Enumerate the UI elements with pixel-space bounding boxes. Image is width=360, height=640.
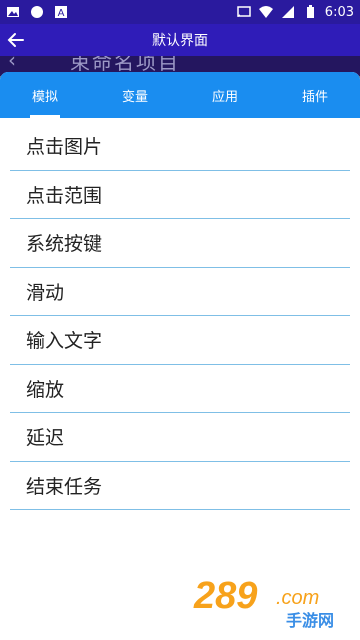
- status-time: 6:03: [324, 4, 354, 20]
- list-item-delay[interactable]: 延迟: [10, 413, 350, 462]
- action-list: 点击图片 点击范围 系统按键 滑动 输入文字 缩放 延迟 结束任务: [0, 118, 360, 510]
- tab-plugins[interactable]: 插件: [270, 72, 360, 118]
- tab-label: 插件: [301, 89, 328, 105]
- list-item-swipe[interactable]: 滑动: [10, 268, 350, 316]
- tab-bar: 模拟 变量 应用 插件: [0, 72, 360, 118]
- battery-icon: [306, 5, 314, 18]
- list-item-system-keys[interactable]: 系统按键: [10, 219, 350, 268]
- list-item-zoom[interactable]: 缩放: [10, 365, 350, 413]
- background-back-icon: ‹: [8, 56, 16, 72]
- status-bar: A 6:03: [0, 0, 360, 24]
- list-item-label: 结束任务: [26, 475, 103, 498]
- list-item-input-text[interactable]: 输入文字: [10, 316, 350, 365]
- list-item-click-image[interactable]: 点击图片: [10, 122, 350, 171]
- watermark-subtitle: 手游网: [286, 611, 334, 630]
- list-item-label: 延迟: [26, 427, 65, 450]
- tab-label: 模拟: [31, 89, 58, 105]
- page-title: 默认界面: [152, 33, 208, 49]
- cast-icon: [237, 6, 251, 18]
- wifi-icon: [258, 6, 273, 18]
- list-item-label: 点击范围: [26, 184, 103, 207]
- app-bar: 默认界面: [0, 24, 360, 56]
- circle-icon: [31, 6, 43, 18]
- list-item-label: 系统按键: [26, 233, 103, 256]
- watermark-logo: 289 .com 手游网: [193, 575, 334, 630]
- list-item-label: 输入文字: [26, 330, 103, 353]
- tab-apps[interactable]: 应用: [180, 72, 270, 118]
- tab-label: 变量: [121, 89, 148, 105]
- list-item-click-range[interactable]: 点击范围: [10, 171, 350, 219]
- list-item-end-task[interactable]: 结束任务: [10, 462, 350, 510]
- list-item-label: 滑动: [26, 281, 65, 304]
- image-icon: [7, 7, 19, 17]
- back-button[interactable]: [0, 24, 32, 56]
- list-item-label: 缩放: [26, 378, 65, 401]
- tab-label: 应用: [211, 89, 238, 105]
- tab-simulate[interactable]: 模拟: [0, 72, 90, 118]
- watermark-number: 289: [193, 575, 257, 617]
- a-icon: A: [55, 6, 67, 19]
- arrow-left-icon: [7, 33, 24, 47]
- list-item-label: 点击图片: [26, 136, 103, 159]
- status-left-icons: A: [6, 5, 68, 19]
- svg-text:A: A: [58, 8, 65, 19]
- watermark-suffix: .com: [276, 587, 319, 609]
- action-sheet: 模拟 变量 应用 插件 点击图片 点击范围 系统按键 滑动 输入文字 缩放 延迟…: [0, 72, 360, 640]
- status-right-icons: 6:03: [237, 5, 354, 20]
- tab-variables[interactable]: 变量: [90, 72, 180, 118]
- signal-icon: [281, 6, 294, 18]
- screen: A 6:03 默认界面 ‹ 束命名项目 模拟 变量 应用 插件 点击图片 点击范…: [0, 0, 360, 640]
